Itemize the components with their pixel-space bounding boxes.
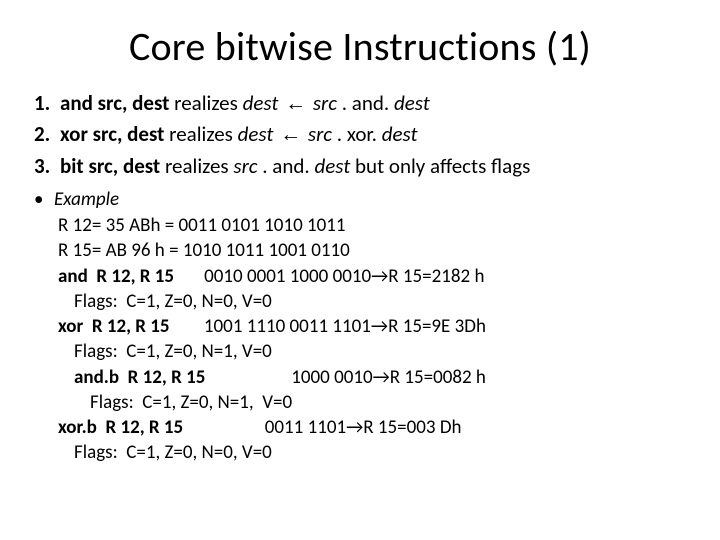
op-xorb: xor.b R 12, R 15 xyxy=(58,416,183,439)
example-line-and: and R 12, R 15 0010 0001 1000 0010→R 15=… xyxy=(58,264,692,289)
example-block: R 12= 35 ABh = 0011 0101 1010 1011 R 15=… xyxy=(58,213,692,466)
mnemonic-bit: bit src, dest xyxy=(60,153,160,179)
list-content: bit src, dest realizes src . and. dest b… xyxy=(60,152,530,180)
dest-token: dest xyxy=(243,90,284,116)
example-bullet: • Example xyxy=(34,188,692,211)
list-item-2: 2. xor src, dest realizes dest ← src . x… xyxy=(34,120,692,149)
dest-token: dest xyxy=(314,153,350,179)
slide: Core bitwise Instructions (1) 1. and src… xyxy=(0,0,720,540)
src-token: src xyxy=(308,90,342,116)
mnemonic-xor: xor src, dest xyxy=(60,121,164,147)
example-line-andb: and.b R 12, R 15 1000 0010→R 15=0082 h xyxy=(58,365,692,390)
example-line-r15: R 15= AB 96 h = 1010 1011 1001 0110 xyxy=(58,238,692,263)
src-token: src xyxy=(233,153,262,179)
result-andb: 1000 0010→R 15=0082 h xyxy=(205,366,486,389)
flags-note: but only affects flags xyxy=(350,153,530,179)
list-item-1: 1. and src, dest realizes dest ← src . a… xyxy=(34,89,692,118)
example-line-r12: R 12= 35 ABh = 0011 0101 1010 1011 xyxy=(58,213,692,238)
list-content: xor src, dest realizes dest ← src . xor.… xyxy=(60,120,417,149)
dest-token: dest xyxy=(382,121,418,147)
list-number: 2. xyxy=(34,120,60,149)
dest-token: dest xyxy=(238,121,279,147)
realizes-text: realizes xyxy=(164,121,237,147)
op-text: . and. xyxy=(262,153,314,179)
result-and: 0010 0001 1000 0010→R 15=2182 h xyxy=(174,265,484,288)
op-andb: and.b R 12, R 15 xyxy=(74,366,205,389)
op-text: . xor. xyxy=(337,121,382,147)
example-label: Example xyxy=(54,188,119,211)
mnemonic-and: and src, dest xyxy=(60,90,169,116)
result-xorb: 0011 1101→R 15=003 Dh xyxy=(183,416,461,439)
list-content: and src, dest realizes dest ← src . and.… xyxy=(60,89,430,118)
flags-line: Flags: C=1, Z=0, N=1, V=0 xyxy=(58,339,692,364)
realizes-text: realizes xyxy=(160,153,233,179)
example-line-xor: xor R 12, R 15 1001 1110 0011 1101→R 15=… xyxy=(58,314,692,339)
flags-line: Flags: C=1, Z=0, N=1, V=0 xyxy=(58,390,692,415)
example-line-xorb: xor.b R 12, R 15 0011 1101→R 15=003 Dh xyxy=(58,415,692,440)
op-xor: xor R 12, R 15 xyxy=(58,315,170,338)
op-text: . and. xyxy=(342,90,394,116)
left-arrow-icon: ← xyxy=(283,92,308,115)
list-number: 1. xyxy=(34,89,60,118)
realizes-text: realizes xyxy=(169,90,242,116)
list-item-3: 3. bit src, dest realizes src . and. des… xyxy=(34,152,692,180)
bullet-icon: • xyxy=(34,188,54,211)
op-and: and R 12, R 15 xyxy=(58,265,174,288)
dest-token: dest xyxy=(394,90,430,116)
src-token: src xyxy=(303,121,337,147)
flags-line: Flags: C=1, Z=0, N=0, V=0 xyxy=(58,440,692,465)
slide-title: Core bitwise Instructions (1) xyxy=(28,22,692,71)
list-number: 3. xyxy=(34,152,60,180)
result-xor: 1001 1110 0011 1101→R 15=9E 3Dh xyxy=(170,315,486,338)
numbered-list: 1. and src, dest realizes dest ← src . a… xyxy=(34,89,692,180)
flags-line: Flags: C=1, Z=0, N=0, V=0 xyxy=(58,289,692,314)
left-arrow-icon: ← xyxy=(278,123,303,146)
